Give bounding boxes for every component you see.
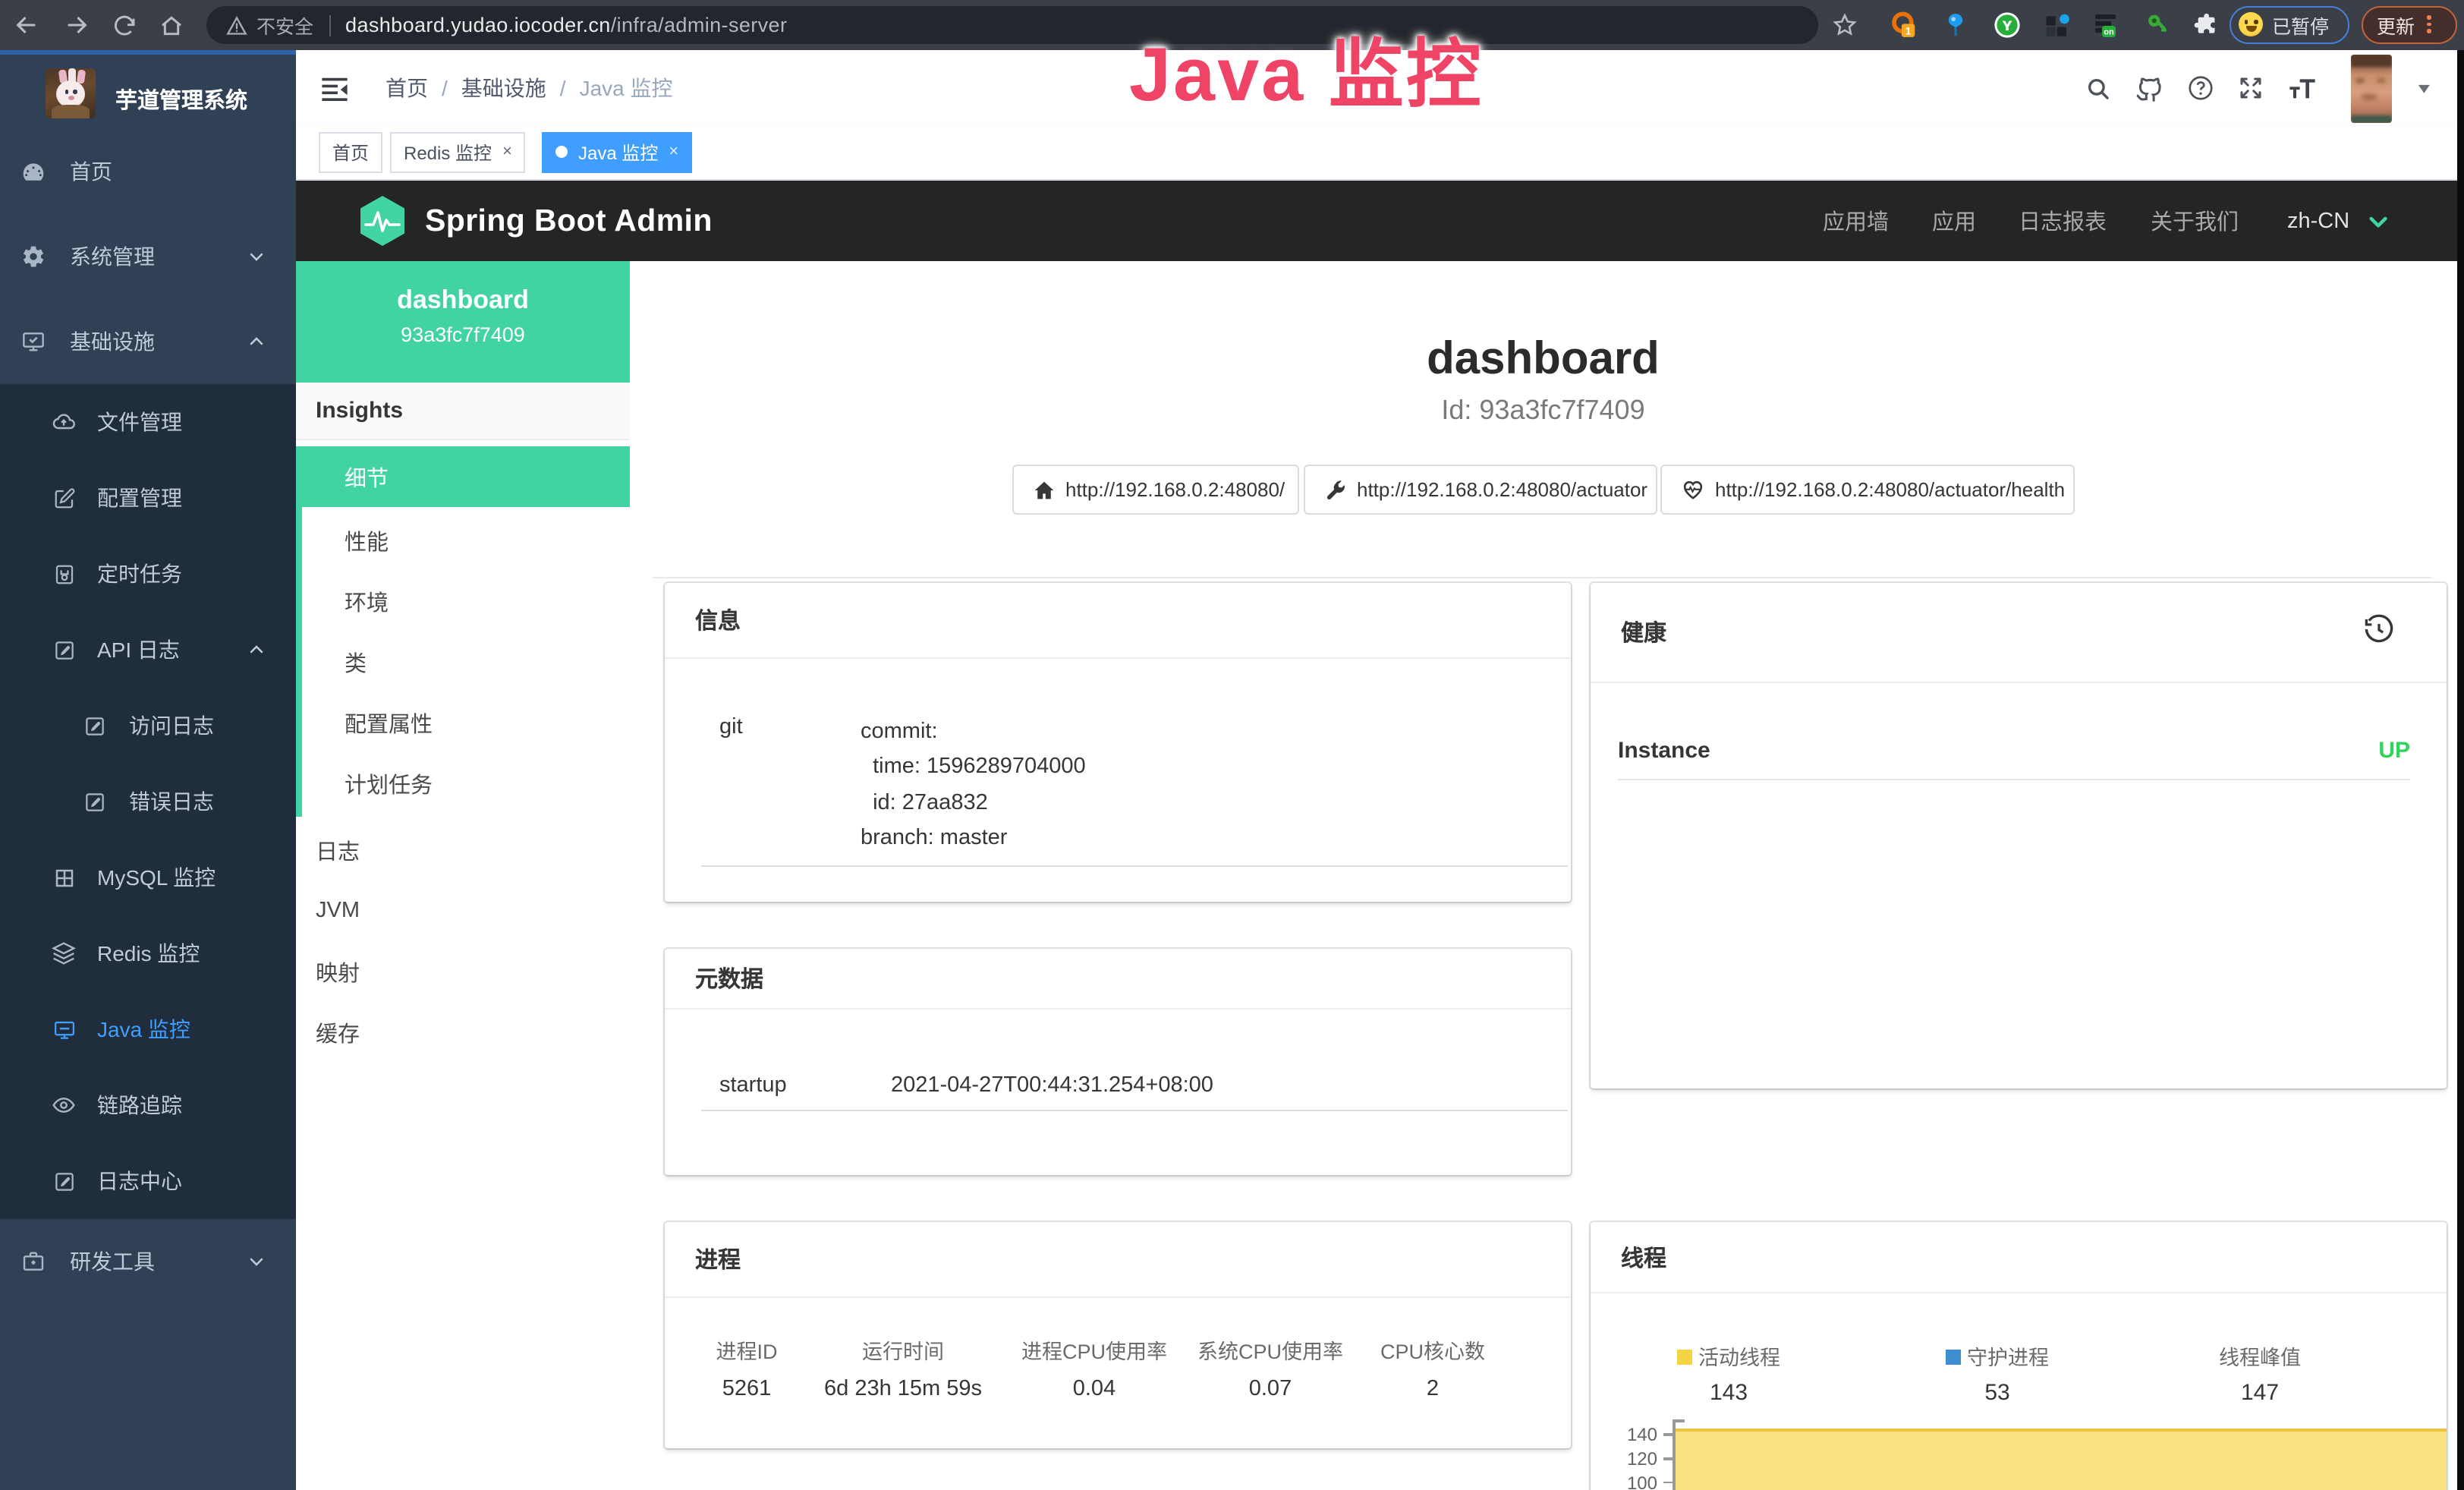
svg-text:1: 1: [1905, 26, 1911, 38]
svg-text:on: on: [2104, 27, 2114, 36]
